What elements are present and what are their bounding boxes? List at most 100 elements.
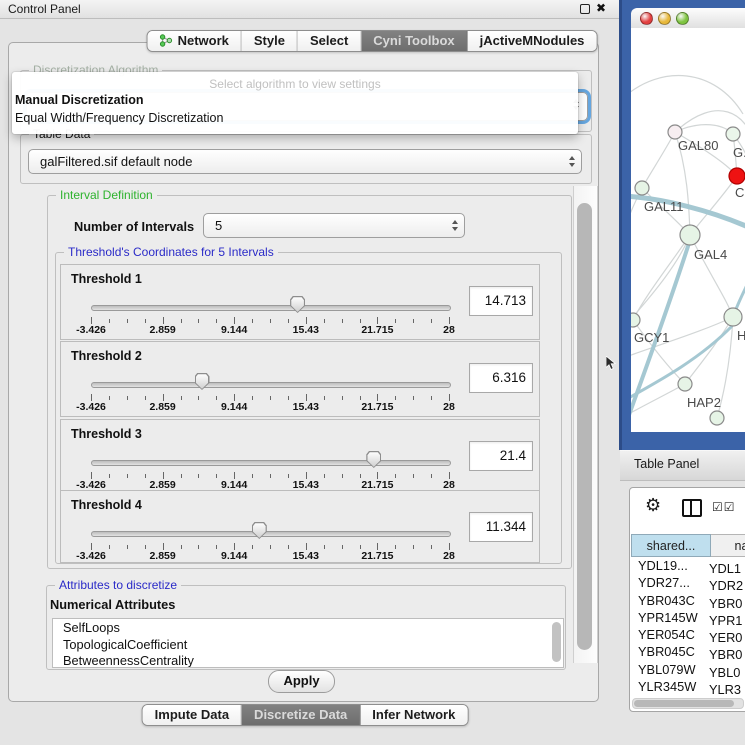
tick-mark xyxy=(252,396,253,400)
tab-impute-data[interactable]: Impute Data xyxy=(143,705,242,725)
network-node-gal80[interactable] xyxy=(668,125,682,139)
minimize-traffic-light[interactable] xyxy=(658,12,671,25)
tick-mark xyxy=(109,319,110,323)
tab-jactivemnodules[interactable]: jActiveMNodules xyxy=(468,31,597,51)
threshold-slider-track[interactable] xyxy=(91,305,451,311)
tick-label: 28 xyxy=(443,401,455,413)
table-row[interactable]: YLR345WYLR3 xyxy=(631,679,745,696)
threshold-slider-track[interactable] xyxy=(91,460,451,466)
table-data-combobox[interactable]: galFiltered.sif default node xyxy=(28,149,582,174)
tick-mark xyxy=(360,474,361,478)
dropdown-option-manual[interactable]: Manual Discretization xyxy=(15,93,144,107)
network-node-label: G. xyxy=(733,145,745,160)
table-row[interactable]: YBL079WYBL0 xyxy=(631,662,745,679)
tab-label: Select xyxy=(310,33,348,48)
tick-mark xyxy=(288,545,289,549)
network-node-gcy1[interactable] xyxy=(631,313,640,327)
tab-style[interactable]: Style xyxy=(242,31,298,51)
list-scrollbar-thumb[interactable] xyxy=(552,622,561,662)
tick-mark xyxy=(234,317,235,324)
num-intervals-combobox[interactable]: 5 xyxy=(203,213,465,238)
network-node-gal11[interactable] xyxy=(635,181,649,195)
threshold-slider-track[interactable] xyxy=(91,382,451,388)
column-header-name[interactable]: na xyxy=(711,534,745,557)
threshold-value-field[interactable]: 21.4 xyxy=(469,441,533,471)
tick-mark xyxy=(216,474,217,478)
threshold-slider-thumb[interactable] xyxy=(366,451,381,468)
tick-mark xyxy=(127,319,128,323)
apply-button[interactable]: Apply xyxy=(268,670,335,693)
network-node-red-node[interactable] xyxy=(729,168,745,184)
table-row[interactable]: YBR045CYBR0 xyxy=(631,644,745,661)
network-node-partial-node[interactable] xyxy=(710,411,724,425)
tick-label: 21.715 xyxy=(361,324,393,336)
numerical-attributes-list[interactable]: SelfLoopsTopologicalCoefficientBetweenne… xyxy=(52,618,564,668)
checkbox-icons[interactable]: ☑☑ xyxy=(712,500,736,514)
tab-discretize-data[interactable]: Discretize Data xyxy=(242,705,360,725)
column-header-shared[interactable]: shared... xyxy=(631,534,711,557)
tick-mark xyxy=(306,394,307,401)
threshold-value-field[interactable]: 6.316 xyxy=(469,363,533,393)
tick-mark xyxy=(413,319,414,323)
table-row[interactable]: YER054CYER0 xyxy=(631,627,745,644)
threshold-slider-thumb[interactable] xyxy=(290,296,305,313)
close-traffic-light[interactable] xyxy=(640,12,653,25)
tab-network[interactable]: Network xyxy=(148,31,242,51)
threshold-value-field[interactable]: 11.344 xyxy=(469,512,533,542)
tick-mark xyxy=(216,396,217,400)
network-node-gal4[interactable] xyxy=(680,225,700,245)
tick-mark xyxy=(127,474,128,478)
threshold-slider-track[interactable] xyxy=(91,531,451,537)
tab-label: Discretize Data xyxy=(254,707,347,722)
threshold-slider-thumb[interactable] xyxy=(252,522,267,539)
tick-mark xyxy=(377,317,378,324)
network-node-h[interactable] xyxy=(724,308,742,326)
tab-infer-network[interactable]: Infer Network xyxy=(360,705,467,725)
float-panel-icon[interactable] xyxy=(580,4,590,14)
threshold-slider-thumb[interactable] xyxy=(195,373,210,390)
tick-mark xyxy=(395,396,396,400)
table-row[interactable]: YDR27...YDR2 xyxy=(631,575,745,592)
tick-mark xyxy=(342,396,343,400)
attribute-item[interactable]: BetweennessCentrality xyxy=(53,652,563,668)
dropdown-option-equal-width[interactable]: Equal Width/Frequency Discretization xyxy=(15,111,223,125)
table-row[interactable]: YBR043CYBR0 xyxy=(631,593,745,610)
panel-scrollbar-thumb[interactable] xyxy=(577,203,592,650)
cell-shared-name: YDL19... xyxy=(631,558,709,573)
tick-mark xyxy=(324,319,325,323)
network-node-hap2[interactable] xyxy=(678,377,692,391)
tab-select[interactable]: Select xyxy=(298,31,361,51)
attribute-item[interactable]: TopologicalCoefficient xyxy=(53,636,563,653)
tick-mark xyxy=(342,545,343,549)
network-node-g[interactable] xyxy=(726,127,740,141)
columns-icon[interactable] xyxy=(682,499,702,517)
tick-label: -3.426 xyxy=(76,324,106,336)
tick-mark xyxy=(377,472,378,479)
network-canvas[interactable]: GAL80G.CGAL11GAL4GCY1HHAP2 xyxy=(631,28,745,432)
group-title: Threshold's Coordinates for 5 Intervals xyxy=(64,246,278,259)
tick-mark xyxy=(270,545,271,549)
tick-mark xyxy=(234,472,235,479)
table-row[interactable]: YPR145WYPR1 xyxy=(631,610,745,627)
tick-mark xyxy=(198,396,199,400)
table-row[interactable]: YDL19...YDL1 xyxy=(631,558,745,575)
control-panel-titlebar: Control Panel ✖ xyxy=(0,0,620,19)
network-edge xyxy=(690,176,737,235)
gear-icon[interactable]: ⚙ xyxy=(645,495,661,516)
horizontal-scrollbar-thumb[interactable] xyxy=(634,700,734,707)
tick-mark xyxy=(395,545,396,549)
attribute-item[interactable]: SelfLoops xyxy=(53,619,563,636)
close-icon[interactable]: ✖ xyxy=(596,1,606,15)
tick-mark xyxy=(449,394,450,401)
network-node-label: C xyxy=(735,185,744,200)
screen: Control Panel ✖ NetworkStyle Select Cyni T… xyxy=(0,0,745,745)
network-node-label: H xyxy=(737,328,745,343)
group-title: Attributes to discretize xyxy=(55,579,181,592)
cell-name: YPR1 xyxy=(709,613,742,628)
tab-cyni-toolbox[interactable]: Cyni Toolbox xyxy=(361,31,467,51)
tick-mark xyxy=(234,543,235,550)
threshold-value-field[interactable]: 14.713 xyxy=(469,286,533,316)
tick-mark xyxy=(198,545,199,549)
tick-mark xyxy=(413,396,414,400)
zoom-traffic-light[interactable] xyxy=(676,12,689,25)
